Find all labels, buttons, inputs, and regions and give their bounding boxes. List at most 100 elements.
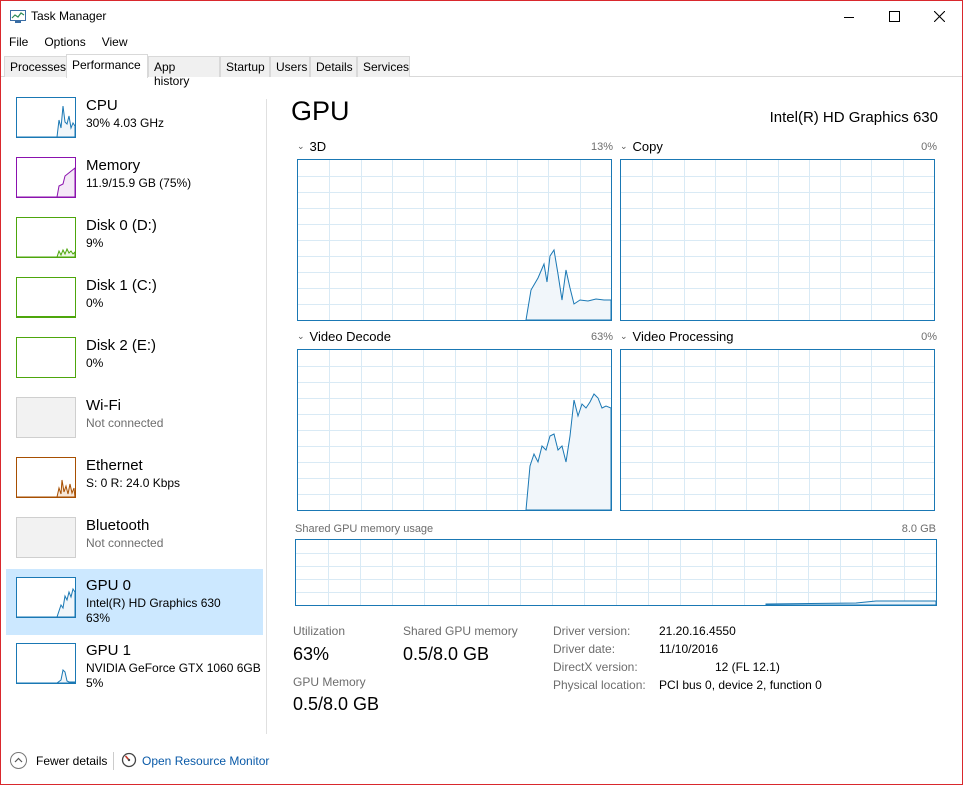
task-manager-app-icon <box>10 10 26 23</box>
sidebar-item-title: GPU 0 <box>86 577 132 594</box>
graph-video-processing <box>620 349 935 511</box>
engine-selector-video-processing[interactable]: ⌄ Video Processing <box>620 329 733 344</box>
utilization-value: 63% <box>293 644 330 664</box>
task-manager-window: Task Manager File Options View Processes… <box>0 0 963 785</box>
driver-version-label: Driver version: <box>553 624 631 638</box>
sidebar-item-detail: 0% <box>86 296 104 310</box>
gpu-memory-label: GPU Memory <box>293 675 366 689</box>
utilization-label: Utilization <box>293 624 346 638</box>
ethernet-thumbnail-graph <box>16 457 76 498</box>
wifi-thumbnail-graph <box>16 397 76 438</box>
engine-label: Video Processing <box>632 329 734 344</box>
menu-options[interactable]: Options <box>36 32 93 52</box>
minimize-button[interactable] <box>826 1 872 32</box>
chevron-down-icon: ⌄ <box>620 141 628 151</box>
footer-divider <box>113 752 114 770</box>
disk-1-thumbnail-graph <box>16 277 76 318</box>
footer-bar: Fewer details Open Resource Monitor <box>1 746 962 776</box>
sidebar-item-cpu[interactable]: CPU 30% 4.03 GHz <box>6 89 263 149</box>
tab-app-history[interactable]: App history <box>148 56 220 88</box>
sidebar-item-title: CPU <box>86 97 118 114</box>
line-3d <box>525 248 611 320</box>
shared-memory-graph-max: 8.0 GB <box>901 523 936 535</box>
tab-details[interactable]: Details <box>310 56 357 77</box>
engine-label: 3D <box>309 139 327 154</box>
engine-percent: 0% <box>921 331 937 343</box>
chevron-up-icon[interactable] <box>10 752 27 769</box>
sidebar-item-detail: Not connected <box>86 536 164 550</box>
grid-copy <box>621 160 934 320</box>
memory-thumbnail-graph <box>16 157 76 198</box>
performance-sidebar: CPU 30% 4.03 GHz Memory 11.9/15.9 GB (75… <box>1 89 266 729</box>
sidebar-item-wifi[interactable]: Wi-Fi Not connected <box>6 389 263 449</box>
line-video-decode <box>525 393 611 510</box>
sidebar-item-detail: 0% <box>86 356 104 370</box>
engine-selector-copy[interactable]: ⌄ Copy <box>620 139 663 154</box>
sidebar-item-title: Wi-Fi <box>86 397 121 414</box>
sidebar-item-bluetooth[interactable]: Bluetooth Not connected <box>6 509 263 569</box>
sidebar-item-detail: NVIDIA GeForce GTX 1060 6GB <box>86 661 261 675</box>
sidebar-item-detail: Intel(R) HD Graphics 630 <box>86 596 221 610</box>
tab-users[interactable]: Users <box>270 56 310 77</box>
disk-2-thumbnail-graph <box>16 337 76 378</box>
tab-performance[interactable]: Performance <box>66 54 148 78</box>
sidebar-item-title: Disk 2 (E:) <box>86 337 157 354</box>
fewer-details-button[interactable]: Fewer details <box>36 754 107 768</box>
physical-location-label: Physical location: <box>553 678 646 692</box>
sidebar-item-ethernet[interactable]: Ethernet S: 0 R: 24.0 Kbps <box>6 449 263 509</box>
sidebar-item-memory[interactable]: Memory 11.9/15.9 GB (75%) <box>6 149 263 209</box>
sidebar-item-disk-2[interactable]: Disk 2 (E:) 0% <box>6 329 263 389</box>
graph-copy <box>620 159 935 321</box>
sidebar-item-detail: Not connected <box>86 416 164 430</box>
sidebar-item-title: Bluetooth <box>86 517 150 534</box>
menu-file[interactable]: File <box>1 32 36 52</box>
engine-percent: 63% <box>590 331 613 343</box>
sidebar-item-detail: 30% 4.03 GHz <box>86 116 165 130</box>
minimize-icon <box>844 16 854 18</box>
gpu-1-thumbnail-graph <box>16 643 76 684</box>
shared-memory-label: Shared GPU memory <box>403 624 518 638</box>
shared-memory-value: 0.5/8.0 GB <box>403 644 490 664</box>
sidebar-item-disk-0[interactable]: Disk 0 (D:) 9% <box>6 209 263 269</box>
chevron-down-icon: ⌄ <box>297 141 305 151</box>
engine-label: Copy <box>632 139 663 154</box>
engine-percent: 0% <box>921 141 937 153</box>
sidebar-item-utilization: 63% <box>86 611 111 625</box>
engine-percent: 13% <box>590 141 613 153</box>
resource-monitor-icon[interactable] <box>121 752 137 768</box>
menu-bar: File Options View <box>1 32 136 52</box>
grid-video-processing <box>621 350 934 510</box>
chevron-down-icon: ⌄ <box>297 331 305 341</box>
shared-memory-graph-label: Shared GPU memory usage <box>295 523 434 535</box>
sidebar-item-title: Disk 0 (D:) <box>86 217 157 234</box>
engine-selector-3d[interactable]: ⌄ 3D <box>297 139 326 154</box>
disk-0-thumbnail-graph <box>16 217 76 258</box>
title-bar[interactable]: Task Manager <box>1 1 962 32</box>
sidebar-item-detail: S: 0 R: 24.0 Kbps <box>86 476 181 490</box>
menu-view[interactable]: View <box>94 32 136 52</box>
gpu-device-name: Intel(R) HD Graphics 630 <box>769 109 938 126</box>
cpu-thumbnail-graph <box>16 97 76 138</box>
graph-3d <box>297 159 612 321</box>
sidebar-divider <box>266 99 267 734</box>
open-resource-monitor-link[interactable]: Open Resource Monitor <box>142 754 269 768</box>
maximize-icon <box>888 11 900 22</box>
maximize-button[interactable] <box>871 1 917 32</box>
driver-date-label: Driver date: <box>553 642 616 656</box>
close-button[interactable] <box>916 1 962 32</box>
sidebar-item-disk-1[interactable]: Disk 1 (C:) 0% <box>6 269 263 329</box>
tab-startup[interactable]: Startup <box>220 56 270 77</box>
engine-selector-video-decode[interactable]: ⌄ Video Decode <box>297 329 391 344</box>
page-title: GPU <box>291 96 350 126</box>
line-shared-memory <box>765 600 936 605</box>
sidebar-item-title: GPU 1 <box>86 642 132 659</box>
sidebar-item-gpu-0[interactable]: GPU 0 Intel(R) HD Graphics 630 63% <box>6 569 263 635</box>
driver-date-value: 11/10/2016 <box>659 642 719 656</box>
tab-processes[interactable]: Processes <box>4 56 67 77</box>
sidebar-item-detail: 11.9/15.9 GB (75%) <box>86 176 192 190</box>
tab-services[interactable]: Services <box>357 56 410 77</box>
gpu-0-thumbnail-graph <box>16 577 76 618</box>
driver-version-value: 21.20.16.4550 <box>659 624 736 638</box>
sidebar-item-gpu-1[interactable]: GPU 1 NVIDIA GeForce GTX 1060 6GB 5% <box>6 637 263 697</box>
graph-video-decode <box>297 349 612 511</box>
